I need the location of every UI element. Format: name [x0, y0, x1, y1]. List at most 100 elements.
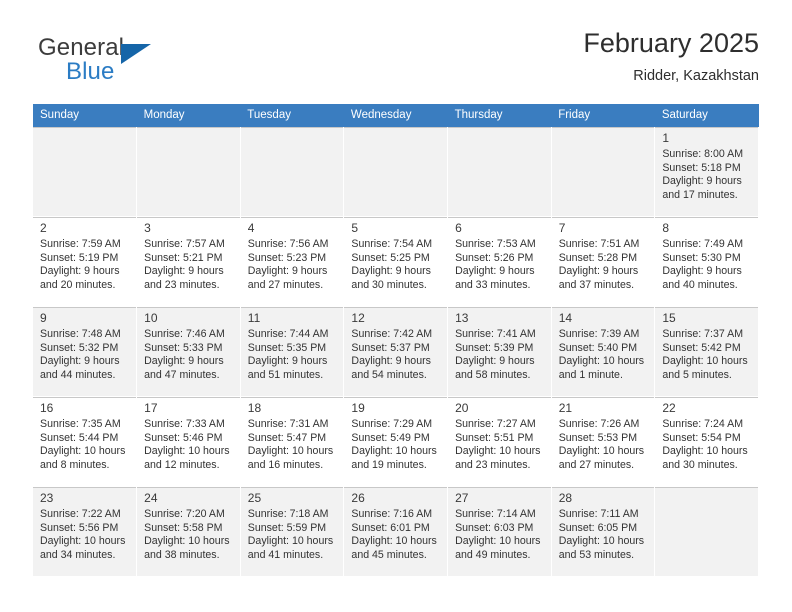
- day-number: 27: [455, 491, 469, 505]
- calendar-day-cell[interactable]: 16 Sunrise: 7:35 AM Sunset: 5:44 PM Dayligh…: [33, 396, 138, 487]
- daylight-text-line1: Daylight: 9 hours: [558, 265, 639, 278]
- sunset-text: Sunset: 5:53 PM: [558, 431, 638, 444]
- day-number: 19: [351, 401, 365, 415]
- daylight-text-line2: and 51 minutes.: [247, 368, 324, 381]
- daylight-text-line1: Daylight: 9 hours: [662, 265, 742, 278]
- sunset-text: Sunset: 5:56 PM: [40, 521, 119, 534]
- sunset-text: Sunset: 5:35 PM: [247, 341, 327, 354]
- day-cell-content: 7 Sunrise: 7:51 AM Sunset: 5:28 PM Daylight…: [551, 217, 655, 306]
- calendar-day-cell[interactable]: 7 Sunrise: 7:51 AM Sunset: 5:28 PM Daylight…: [551, 216, 656, 307]
- sunrise-text: Sunrise: 7:18 AM: [247, 508, 329, 520]
- brand-logo[interactable]: General Blue: [38, 34, 238, 90]
- daylight-text-line1: Daylight: 10 hours: [558, 535, 645, 548]
- sunrise-text: Sunrise: 7:37 AM: [662, 328, 744, 340]
- calendar-day-cell[interactable]: 27 Sunrise: 7:14 AM Sunset: 6:03 PM Dayligh…: [447, 486, 552, 577]
- calendar-day-cell[interactable]: 8 Sunrise: 7:49 AM Sunset: 5:30 PM Daylight…: [654, 216, 759, 307]
- day-cell-content: 6 Sunrise: 7:53 AM Sunset: 5:26 PM Daylight…: [448, 217, 551, 306]
- sunrise-text: Sunrise: 7:49 AM: [662, 238, 744, 250]
- day-cell-content: 25 Sunrise: 7:18 AM Sunset: 5:59 PM Dayligh…: [240, 487, 344, 576]
- daylight-text-line2: and 20 minutes.: [40, 278, 116, 291]
- daylight-text-line2: and 1 minute.: [558, 368, 623, 381]
- daylight-text-line2: and 8 minutes.: [40, 458, 110, 471]
- day-cell-content: 18 Sunrise: 7:31 AM Sunset: 5:47 PM Dayligh…: [240, 397, 344, 486]
- calendar-day-cell-empty: [240, 127, 345, 217]
- calendar-day-cell[interactable]: 28 Sunrise: 7:11 AM Sunset: 6:05 PM Dayligh…: [551, 486, 656, 577]
- day-cell-content: 27 Sunrise: 7:14 AM Sunset: 6:03 PM Dayligh…: [448, 487, 551, 576]
- calendar-day-cell[interactable]: 3 Sunrise: 7:57 AM Sunset: 5:21 PM Daylight…: [136, 216, 241, 307]
- sunrise-text: Sunrise: 7:44 AM: [247, 328, 329, 340]
- day-cell-content: 24 Sunrise: 7:20 AM Sunset: 5:58 PM Dayligh…: [137, 487, 240, 576]
- daylight-text-line1: Daylight: 9 hours: [455, 355, 535, 368]
- day-number: 5: [351, 221, 359, 235]
- day-number: 23: [40, 491, 54, 505]
- daylight-text-line1: Daylight: 9 hours: [351, 355, 431, 368]
- calendar-day-cell[interactable]: 19 Sunrise: 7:29 AM Sunset: 5:49 PM Dayligh…: [343, 396, 449, 487]
- calendar-day-cell[interactable]: 4 Sunrise: 7:56 AM Sunset: 5:23 PM Daylight…: [240, 216, 345, 307]
- sunrise-text: Sunrise: 7:24 AM: [662, 418, 744, 430]
- day-number: 3: [144, 221, 151, 235]
- sunset-text: Sunset: 5:42 PM: [662, 341, 741, 354]
- day-number: 21: [558, 401, 573, 415]
- calendar-week-row: 9 Sunrise: 7:48 AM Sunset: 5:32 PM Daylight…: [33, 306, 759, 397]
- daylight-text-line2: and 23 minutes.: [455, 458, 531, 471]
- day-cell-content: 12 Sunrise: 7:42 AM Sunset: 5:37 PM Dayligh…: [344, 307, 448, 396]
- day-cell-content: 20 Sunrise: 7:27 AM Sunset: 5:51 PM Dayligh…: [448, 397, 551, 486]
- day-number: 18: [247, 401, 262, 415]
- daylight-text-line1: Daylight: 10 hours: [558, 355, 645, 368]
- sunrise-text: Sunrise: 7:48 AM: [40, 328, 121, 340]
- sunset-text: Sunset: 5:44 PM: [40, 431, 119, 444]
- day-cell-content: 14 Sunrise: 7:39 AM Sunset: 5:40 PM Dayligh…: [551, 307, 655, 396]
- sunset-text: Sunset: 5:21 PM: [144, 251, 223, 264]
- sunset-text: Sunset: 5:58 PM: [144, 521, 223, 534]
- day-cell-content: 17 Sunrise: 7:33 AM Sunset: 5:46 PM Dayligh…: [137, 397, 240, 486]
- daylight-text-line1: Daylight: 9 hours: [144, 265, 224, 278]
- calendar-day-cell[interactable]: 12 Sunrise: 7:42 AM Sunset: 5:37 PM Dayligh…: [343, 306, 449, 397]
- daylight-text-line2: and 33 minutes.: [455, 278, 531, 291]
- day-number: 22: [662, 401, 676, 415]
- day-number: 11: [247, 311, 261, 325]
- sunset-text: Sunset: 5:32 PM: [40, 341, 119, 354]
- sunrise-text: Sunrise: 7:57 AM: [144, 238, 225, 250]
- calendar-day-cell[interactable]: 22 Sunrise: 7:24 AM Sunset: 5:54 PM Dayligh…: [654, 396, 759, 487]
- daylight-text-line2: and 16 minutes.: [247, 458, 324, 471]
- calendar-day-cell[interactable]: 25 Sunrise: 7:18 AM Sunset: 5:59 PM Dayligh…: [240, 486, 345, 577]
- calendar-day-cell[interactable]: 2 Sunrise: 7:59 AM Sunset: 5:19 PM Daylight…: [33, 216, 138, 307]
- calendar-day-cell[interactable]: 18 Sunrise: 7:31 AM Sunset: 5:47 PM Dayligh…: [240, 396, 345, 487]
- calendar-day-cell[interactable]: 15 Sunrise: 7:37 AM Sunset: 5:42 PM Dayligh…: [654, 306, 759, 397]
- calendar-day-cell[interactable]: 9 Sunrise: 7:48 AM Sunset: 5:32 PM Daylight…: [33, 306, 138, 397]
- calendar-day-cell[interactable]: 11 Sunrise: 7:44 AM Sunset: 5:35 PM Dayligh…: [240, 306, 345, 397]
- day-number: 6: [455, 221, 462, 235]
- daylight-text-line1: Daylight: 10 hours: [662, 355, 748, 368]
- calendar-day-cell[interactable]: 10 Sunrise: 7:46 AM Sunset: 5:33 PM Dayligh…: [136, 306, 241, 397]
- day-cell-content: 2 Sunrise: 7:59 AM Sunset: 5:19 PM Daylight…: [33, 217, 137, 306]
- sunset-text: Sunset: 5:18 PM: [662, 161, 741, 174]
- sunset-text: Sunset: 5:39 PM: [455, 341, 534, 354]
- sunrise-text: Sunrise: 7:46 AM: [144, 328, 225, 340]
- calendar-day-cell[interactable]: 14 Sunrise: 7:39 AM Sunset: 5:40 PM Dayligh…: [551, 306, 656, 397]
- sunrise-text: Sunrise: 7:54 AM: [351, 238, 433, 250]
- daylight-text-line2: and 34 minutes.: [40, 548, 116, 561]
- sunrise-text: Sunrise: 7:27 AM: [455, 418, 536, 430]
- day-cell-content: 28 Sunrise: 7:11 AM Sunset: 6:05 PM Dayligh…: [551, 487, 655, 576]
- calendar-day-cell[interactable]: 17 Sunrise: 7:33 AM Sunset: 5:46 PM Dayligh…: [136, 396, 241, 487]
- calendar-day-cell[interactable]: 24 Sunrise: 7:20 AM Sunset: 5:58 PM Dayligh…: [136, 486, 241, 577]
- day-cell-content: 8 Sunrise: 7:49 AM Sunset: 5:30 PM Daylight…: [655, 217, 758, 306]
- daylight-text-line2: and 44 minutes.: [40, 368, 116, 381]
- daylight-text-line1: Daylight: 10 hours: [144, 535, 230, 548]
- calendar-day-cell-empty: [551, 127, 656, 217]
- calendar-day-cell[interactable]: 23 Sunrise: 7:22 AM Sunset: 5:56 PM Dayligh…: [33, 486, 138, 577]
- calendar-day-cell[interactable]: 21 Sunrise: 7:26 AM Sunset: 5:53 PM Dayligh…: [551, 396, 656, 487]
- calendar-day-cell[interactable]: 1 Sunrise: 8:00 AM Sunset: 5:18 PM Daylight…: [654, 127, 759, 217]
- calendar-day-cell[interactable]: 20 Sunrise: 7:27 AM Sunset: 5:51 PM Dayligh…: [447, 396, 552, 487]
- sunrise-text: Sunrise: 7:29 AM: [351, 418, 433, 430]
- sunset-text: Sunset: 5:26 PM: [455, 251, 534, 264]
- daylight-text-line2: and 49 minutes.: [455, 548, 531, 561]
- calendar-day-cell[interactable]: 5 Sunrise: 7:54 AM Sunset: 5:25 PM Daylight…: [343, 216, 449, 307]
- daylight-text-line1: Daylight: 10 hours: [351, 445, 437, 458]
- calendar-day-cell-empty: [136, 127, 241, 217]
- calendar-day-cell[interactable]: 6 Sunrise: 7:53 AM Sunset: 5:26 PM Daylight…: [447, 216, 552, 307]
- daylight-text-line1: Daylight: 9 hours: [40, 355, 120, 368]
- weekday-header-saturday: Saturday: [654, 104, 759, 127]
- calendar-day-cell[interactable]: 13 Sunrise: 7:41 AM Sunset: 5:39 PM Dayligh…: [447, 306, 552, 397]
- calendar-day-cell[interactable]: 26 Sunrise: 7:16 AM Sunset: 6:01 PM Dayligh…: [343, 486, 449, 577]
